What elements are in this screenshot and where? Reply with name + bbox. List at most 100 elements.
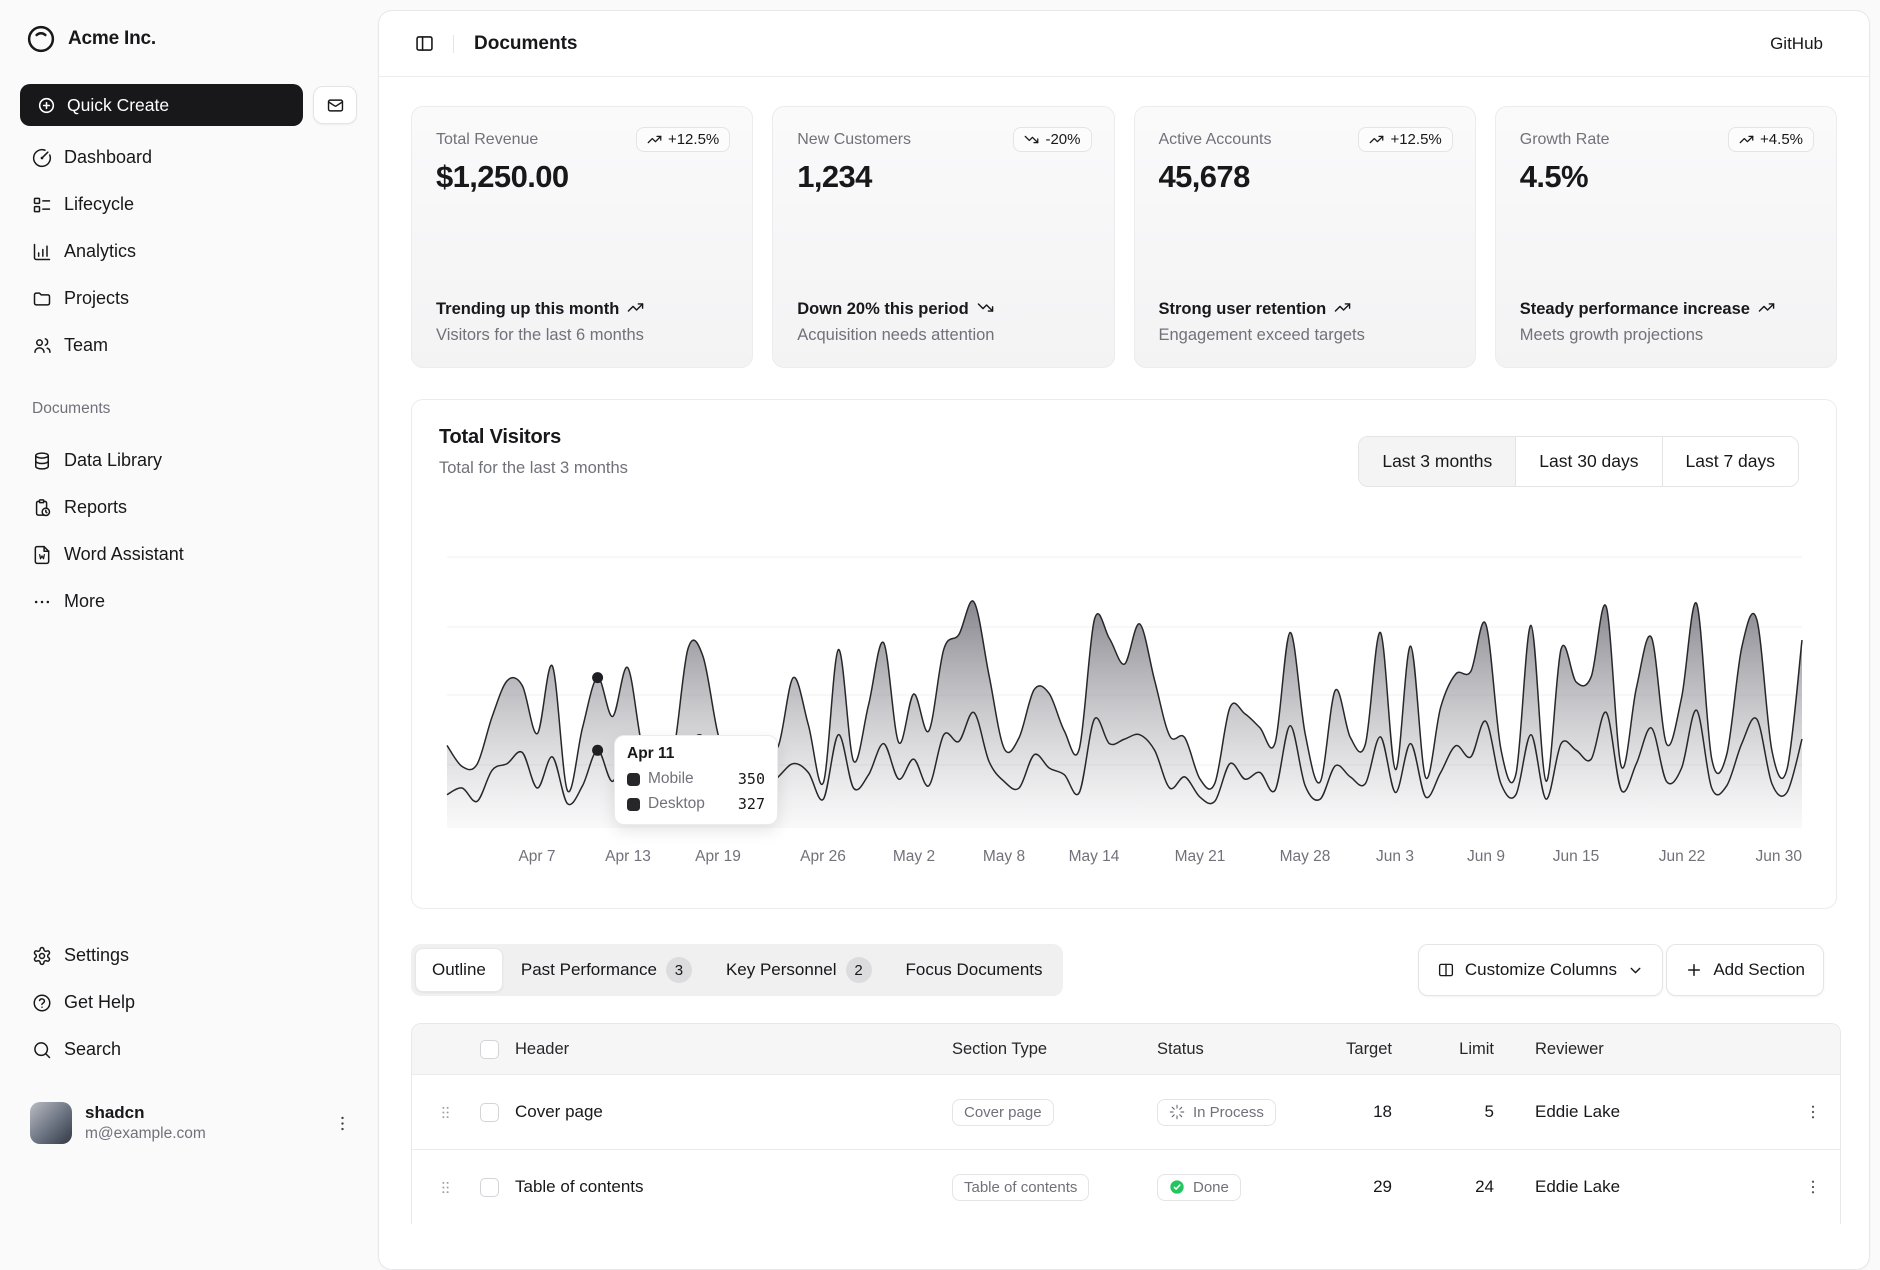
panel-left-icon (414, 33, 435, 54)
add-section-button[interactable]: Add Section (1666, 944, 1824, 996)
users-icon (32, 336, 52, 356)
sidebar-item-dashboard[interactable]: Dashboard (19, 134, 359, 181)
range-button-last-3-months[interactable]: Last 3 months (1359, 437, 1515, 486)
topbar-separator (453, 35, 454, 53)
range-button-last-7-days[interactable]: Last 7 days (1662, 437, 1799, 486)
customize-columns-label: Customize Columns (1465, 960, 1617, 980)
mail-icon (326, 96, 345, 115)
svg-text:Jun 30: Jun 30 (1755, 848, 1802, 865)
trending-up-icon (1739, 132, 1754, 147)
user-kebab-icon[interactable] (333, 1114, 352, 1133)
list-icon (32, 195, 52, 215)
select-all-checkbox[interactable] (480, 1040, 499, 1059)
sidebar: Acme Inc. Quick Create Dashboard Lifecycl… (0, 0, 378, 1175)
github-link[interactable]: GitHub (1770, 34, 1823, 54)
sidebar-item-more[interactable]: More (19, 578, 359, 625)
section-type-badge: Cover page (952, 1099, 1054, 1126)
tooltip-label: Desktop (648, 795, 705, 813)
reviewer-value[interactable]: Eddie Lake (1504, 1177, 1785, 1197)
nav-label: Data Library (64, 450, 162, 471)
nav-label: Team (64, 335, 108, 356)
tab-focus-documents[interactable]: Focus Documents (890, 948, 1059, 992)
sidebar-item-search[interactable]: Search (19, 1026, 359, 1073)
tab-outline[interactable]: Outline (415, 948, 503, 992)
sidebar-item-data-library[interactable]: Data Library (19, 437, 359, 484)
col-status: Status (1157, 1040, 1302, 1059)
section-type-badge: Table of contents (952, 1174, 1089, 1201)
sidebar-item-projects[interactable]: Projects (19, 275, 359, 322)
tooltip-date: Apr 11 (627, 745, 765, 763)
table-header-row: Header Section Type Status Target Limit … (412, 1024, 1840, 1074)
trending-up-icon (1369, 132, 1384, 147)
row-checkbox[interactable] (480, 1178, 499, 1197)
drag-handle-icon[interactable] (437, 1179, 454, 1196)
plus-icon (1685, 961, 1703, 979)
nav-label: Dashboard (64, 147, 152, 168)
svg-text:Apr 7: Apr 7 (518, 848, 555, 865)
stat-footnote-text: Trending up this month (436, 300, 619, 318)
svg-text:May 2: May 2 (893, 848, 935, 865)
row-menu-icon[interactable] (1804, 1103, 1822, 1121)
trend-badge: +4.5% (1728, 127, 1814, 152)
sidebar-item-team[interactable]: Team (19, 322, 359, 369)
quick-create-button[interactable]: Quick Create (20, 84, 303, 126)
svg-text:Jun 9: Jun 9 (1467, 848, 1505, 865)
nav-label: More (64, 591, 105, 612)
section-type-text: Table of contents (964, 1179, 1077, 1196)
tab-key-personnel[interactable]: Key Personnel2 (710, 948, 888, 992)
range-toggle-group: Last 3 monthsLast 30 daysLast 7 days (1358, 436, 1799, 487)
add-section-label: Add Section (1713, 960, 1805, 980)
chevron-down-icon (1627, 962, 1644, 979)
trend-badge: -20% (1013, 127, 1091, 152)
sidebar-item-word-assistant[interactable]: Word Assistant (19, 531, 359, 578)
tooltip-label: Mobile (648, 770, 694, 788)
tab-past-performance[interactable]: Past Performance3 (505, 948, 708, 992)
desktop-swatch (627, 798, 640, 811)
target-value: 29 (1302, 1177, 1402, 1197)
stat-footnote: Strong user retention (1159, 299, 1429, 320)
stat-value: 4.5% (1520, 159, 1812, 195)
trending-down-icon (977, 299, 994, 316)
status-icon (1169, 1179, 1185, 1195)
trend-badge: +12.5% (636, 127, 730, 152)
trending-up-icon (647, 132, 662, 147)
table-row[interactable]: Cover pageCover pageIn Process185Eddie L… (412, 1074, 1840, 1149)
stat-description: Acquisition needs attention (797, 326, 1089, 345)
nav-label: Lifecycle (64, 194, 134, 215)
sidebar-toggle-button[interactable] (409, 29, 439, 59)
trending-up-icon (627, 299, 644, 316)
sidebar-nav-main: Dashboard Lifecycle Analytics Projects Team (19, 134, 359, 369)
nav-label: Search (64, 1039, 121, 1060)
circle-help-icon (32, 993, 52, 1013)
sidebar-item-get-help[interactable]: Get Help (19, 979, 359, 1026)
inbox-button[interactable] (313, 86, 357, 124)
sidebar-item-reports[interactable]: Reports (19, 484, 359, 531)
row-checkbox[interactable] (480, 1103, 499, 1122)
status-badge: In Process (1157, 1099, 1276, 1126)
tab-count-badge: 2 (846, 957, 872, 983)
avatar (30, 1102, 72, 1144)
limit-value: 5 (1402, 1102, 1504, 1122)
user-menu[interactable]: shadcn m@example.com (20, 1092, 362, 1154)
nav-label: Projects (64, 288, 129, 309)
trend-badge-value: -20% (1045, 131, 1080, 148)
nav-label: Get Help (64, 992, 135, 1013)
sidebar-item-settings[interactable]: Settings (19, 932, 359, 979)
trend-badge-value: +12.5% (1390, 131, 1441, 148)
customize-columns-button[interactable]: Customize Columns (1418, 944, 1663, 996)
table-row[interactable]: Table of contentsTable of contentsDone29… (412, 1149, 1840, 1224)
row-menu-icon[interactable] (1804, 1178, 1822, 1196)
col-reviewer: Reviewer (1504, 1040, 1785, 1059)
brand-logo-icon (26, 24, 56, 54)
reviewer-value[interactable]: Eddie Lake (1504, 1102, 1785, 1122)
svg-text:May 21: May 21 (1175, 848, 1226, 865)
status-badge: Done (1157, 1174, 1241, 1201)
trend-badge-value: +12.5% (668, 131, 719, 148)
brand[interactable]: Acme Inc. (26, 24, 156, 54)
nav-label: Settings (64, 945, 129, 966)
col-target: Target (1302, 1040, 1402, 1059)
sidebar-item-lifecycle[interactable]: Lifecycle (19, 181, 359, 228)
drag-handle-icon[interactable] (437, 1104, 454, 1121)
range-button-last-30-days[interactable]: Last 30 days (1515, 437, 1661, 486)
sidebar-item-analytics[interactable]: Analytics (19, 228, 359, 275)
